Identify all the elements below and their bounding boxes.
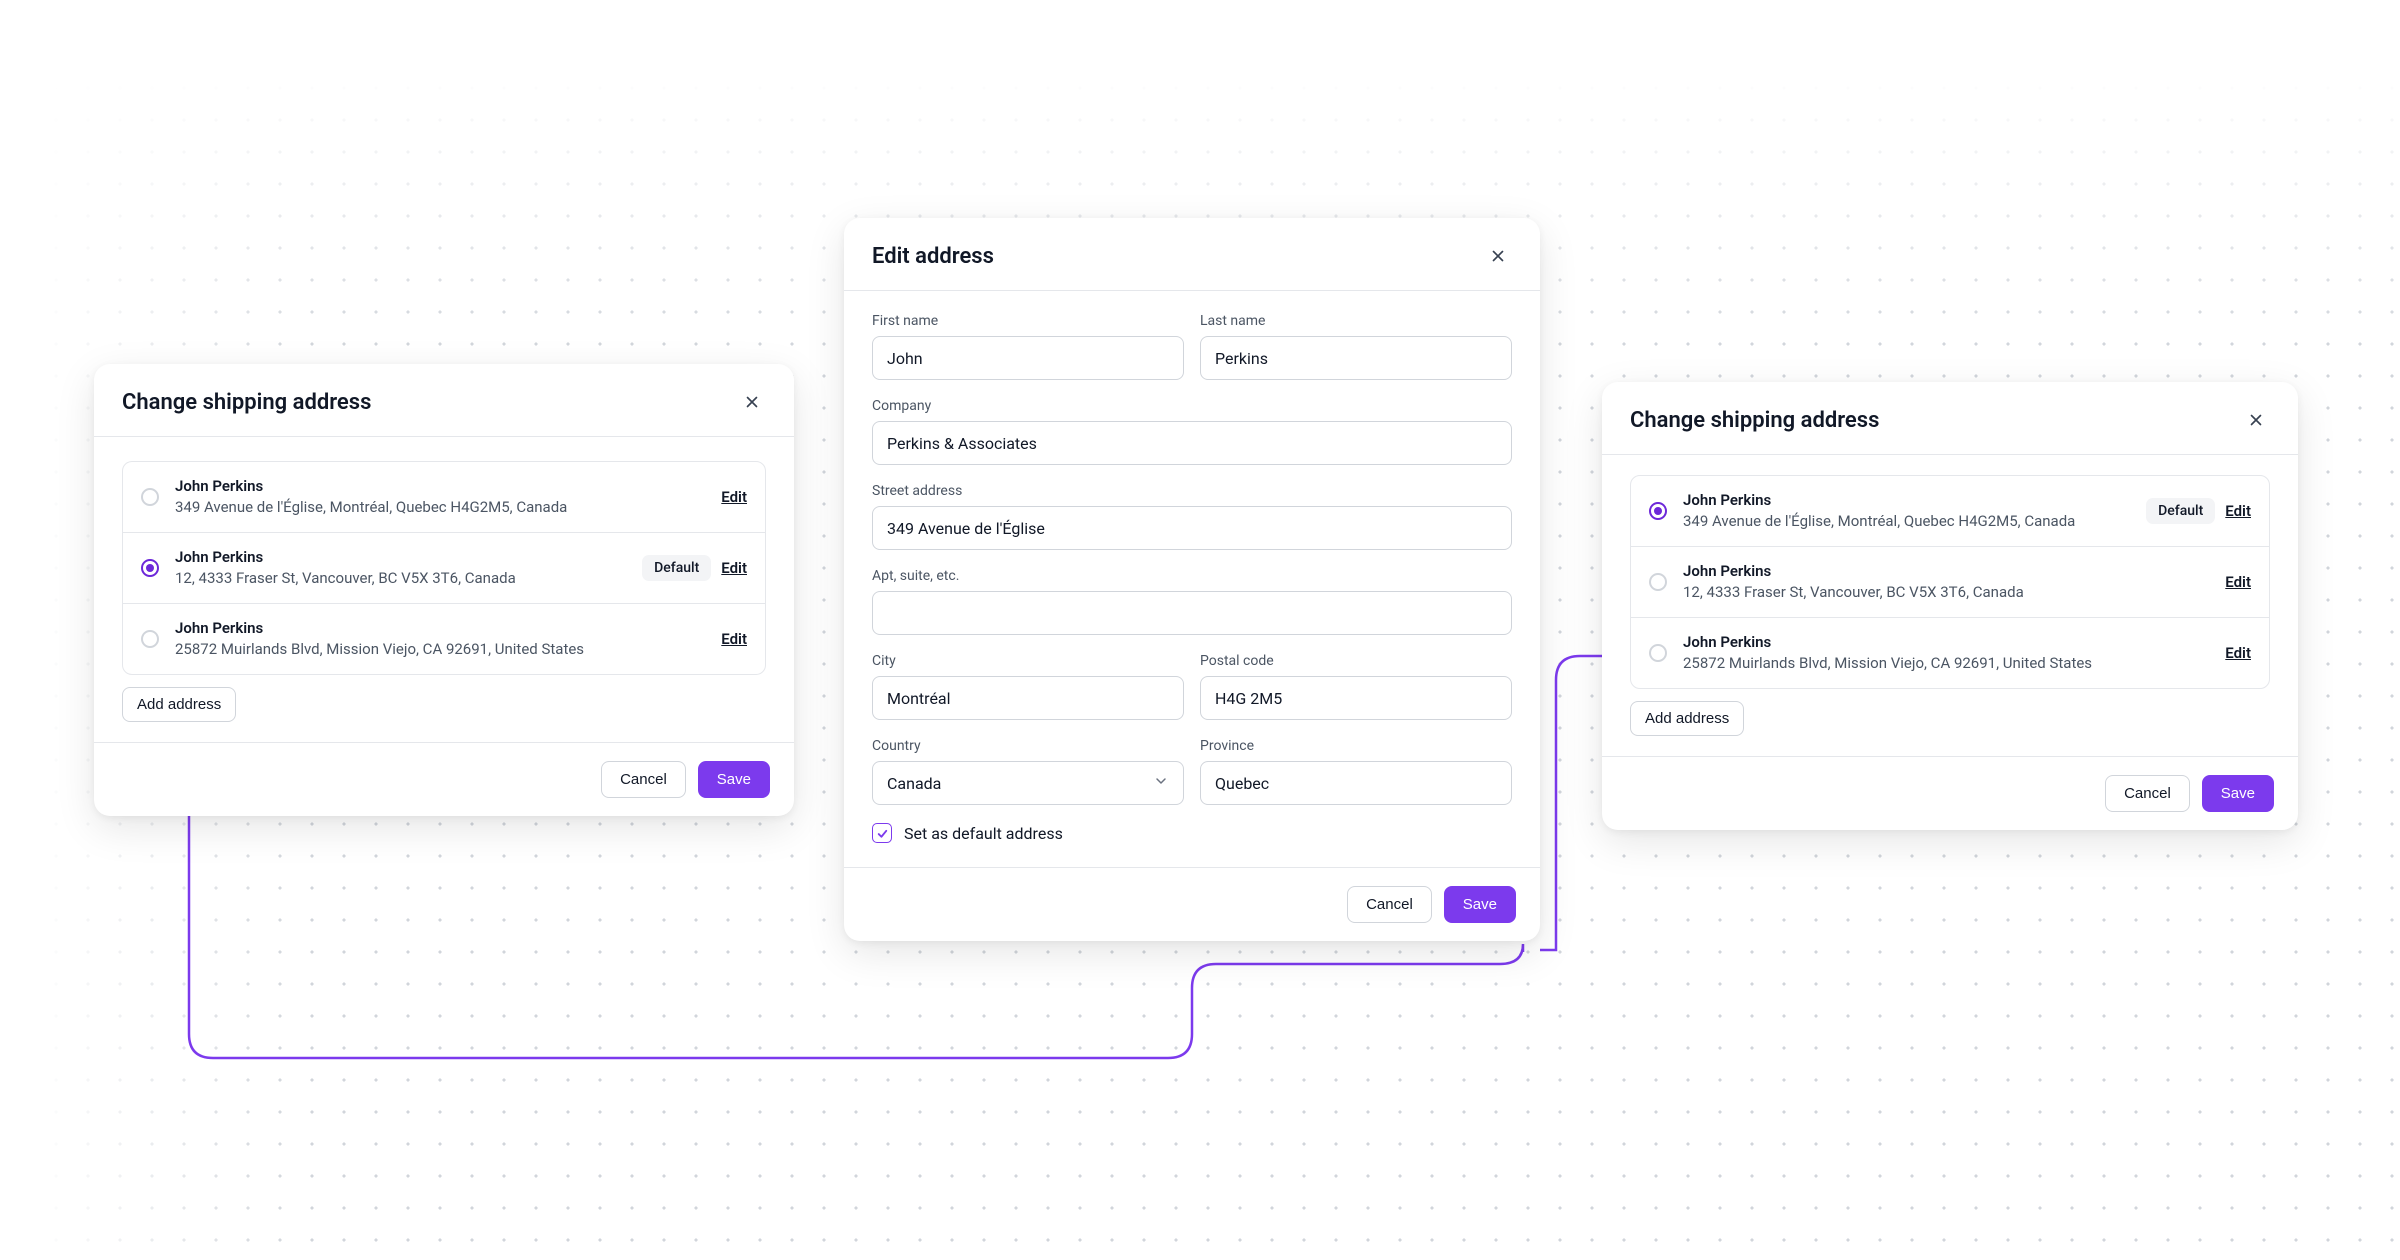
close-icon[interactable] xyxy=(2242,406,2270,434)
country-value: Canada xyxy=(887,774,941,793)
modal-title: Change shipping address xyxy=(122,390,371,415)
modal-footer: Cancel Save xyxy=(844,867,1540,941)
city-label: City xyxy=(872,653,1184,669)
modal-title: Change shipping address xyxy=(1630,408,1879,433)
close-icon[interactable] xyxy=(1484,242,1512,270)
edit-form: First name John Last name Perkins Compan… xyxy=(844,291,1540,867)
address-name: John Perkins xyxy=(175,547,626,568)
address-name: John Perkins xyxy=(1683,632,2209,653)
edit-link[interactable]: Edit xyxy=(2225,573,2251,591)
street-label: Street address xyxy=(872,483,1512,499)
add-address-button[interactable]: Add address xyxy=(1630,701,1744,736)
radio-button[interactable] xyxy=(1649,644,1667,662)
postal-label: Postal code xyxy=(1200,653,1512,669)
address-text: John Perkins 12, 4333 Fraser St, Vancouv… xyxy=(1683,561,2209,603)
radio-button[interactable] xyxy=(1649,502,1667,520)
modal-footer: Cancel Save xyxy=(1602,756,2298,830)
last-name-field[interactable]: Perkins xyxy=(1200,336,1512,380)
first-name-label: First name xyxy=(872,313,1184,329)
address-row[interactable]: John Perkins 25872 Muirlands Blvd, Missi… xyxy=(123,603,765,674)
edit-link[interactable]: Edit xyxy=(2225,502,2251,520)
default-badge: Default xyxy=(2146,498,2215,524)
address-card: John Perkins 349 Avenue de l'Église, Mon… xyxy=(122,461,766,675)
edit-link[interactable]: Edit xyxy=(2225,644,2251,662)
cancel-button[interactable]: Cancel xyxy=(2105,775,2190,812)
company-label: Company xyxy=(872,398,1512,414)
address-row[interactable]: John Perkins 349 Avenue de l'Église, Mon… xyxy=(123,462,765,532)
address-name: John Perkins xyxy=(175,618,705,639)
address-name: John Perkins xyxy=(175,476,705,497)
address-text: John Perkins 25872 Muirlands Blvd, Missi… xyxy=(175,618,705,660)
set-default-checkbox[interactable] xyxy=(872,823,892,843)
country-label: Country xyxy=(872,738,1184,754)
address-row[interactable]: John Perkins 25872 Muirlands Blvd, Missi… xyxy=(1631,617,2269,688)
postal-field[interactable]: H4G 2M5 xyxy=(1200,676,1512,720)
change-shipping-modal-before: Change shipping address John Perkins 349… xyxy=(94,364,794,816)
radio-button[interactable] xyxy=(141,630,159,648)
address-name: John Perkins xyxy=(1683,490,2130,511)
modal-header: Change shipping address xyxy=(94,364,794,436)
address-row[interactable]: John Perkins 12, 4333 Fraser St, Vancouv… xyxy=(1631,546,2269,617)
cancel-button[interactable]: Cancel xyxy=(601,761,686,798)
set-default-label: Set as default address xyxy=(904,824,1063,843)
apt-field[interactable] xyxy=(872,591,1512,635)
save-button[interactable]: Save xyxy=(2202,775,2274,812)
modal-header: Change shipping address xyxy=(1602,382,2298,454)
address-list: John Perkins 349 Avenue de l'Église, Mon… xyxy=(1602,455,2298,756)
address-text: John Perkins 25872 Muirlands Blvd, Missi… xyxy=(1683,632,2209,674)
province-field[interactable]: Quebec xyxy=(1200,761,1512,805)
apt-label: Apt, suite, etc. xyxy=(872,568,1512,584)
edit-link[interactable]: Edit xyxy=(721,559,747,577)
address-name: John Perkins xyxy=(1683,561,2209,582)
last-name-label: Last name xyxy=(1200,313,1512,329)
edit-link[interactable]: Edit xyxy=(721,630,747,648)
default-badge: Default xyxy=(642,555,711,581)
address-line: 349 Avenue de l'Église, Montréal, Quebec… xyxy=(175,497,705,518)
company-field[interactable]: Perkins & Associates xyxy=(872,421,1512,465)
save-button[interactable]: Save xyxy=(1444,886,1516,923)
modal-header: Edit address xyxy=(844,218,1540,290)
address-line: 349 Avenue de l'Église, Montréal, Quebec… xyxy=(1683,511,2130,532)
address-line: 25872 Muirlands Blvd, Mission Viejo, CA … xyxy=(1683,653,2209,674)
set-default-row[interactable]: Set as default address xyxy=(872,823,1512,843)
close-icon[interactable] xyxy=(738,388,766,416)
radio-button[interactable] xyxy=(141,559,159,577)
modal-footer: Cancel Save xyxy=(94,742,794,816)
address-row[interactable]: John Perkins 349 Avenue de l'Église, Mon… xyxy=(1631,476,2269,546)
country-select[interactable]: Canada xyxy=(872,761,1184,805)
radio-button[interactable] xyxy=(1649,573,1667,591)
address-card: John Perkins 349 Avenue de l'Église, Mon… xyxy=(1630,475,2270,689)
change-shipping-modal-after: Change shipping address John Perkins 349… xyxy=(1602,382,2298,830)
address-text: John Perkins 12, 4333 Fraser St, Vancouv… xyxy=(175,547,626,589)
province-label: Province xyxy=(1200,738,1512,754)
edit-address-modal: Edit address First name John Last name P… xyxy=(844,218,1540,941)
street-field[interactable]: 349 Avenue de l'Église xyxy=(872,506,1512,550)
edit-link[interactable]: Edit xyxy=(721,488,747,506)
address-list: John Perkins 349 Avenue de l'Église, Mon… xyxy=(94,437,794,742)
chevron-down-icon xyxy=(1153,773,1169,793)
save-button[interactable]: Save xyxy=(698,761,770,798)
radio-button[interactable] xyxy=(141,488,159,506)
address-row[interactable]: John Perkins 12, 4333 Fraser St, Vancouv… xyxy=(123,532,765,603)
cancel-button[interactable]: Cancel xyxy=(1347,886,1432,923)
address-line: 25872 Muirlands Blvd, Mission Viejo, CA … xyxy=(175,639,705,660)
address-line: 12, 4333 Fraser St, Vancouver, BC V5X 3T… xyxy=(1683,582,2209,603)
add-address-button[interactable]: Add address xyxy=(122,687,236,722)
city-field[interactable]: Montréal xyxy=(872,676,1184,720)
first-name-field[interactable]: John xyxy=(872,336,1184,380)
address-text: John Perkins 349 Avenue de l'Église, Mon… xyxy=(175,476,705,518)
address-line: 12, 4333 Fraser St, Vancouver, BC V5X 3T… xyxy=(175,568,626,589)
modal-title: Edit address xyxy=(872,244,994,269)
address-text: John Perkins 349 Avenue de l'Église, Mon… xyxy=(1683,490,2130,532)
